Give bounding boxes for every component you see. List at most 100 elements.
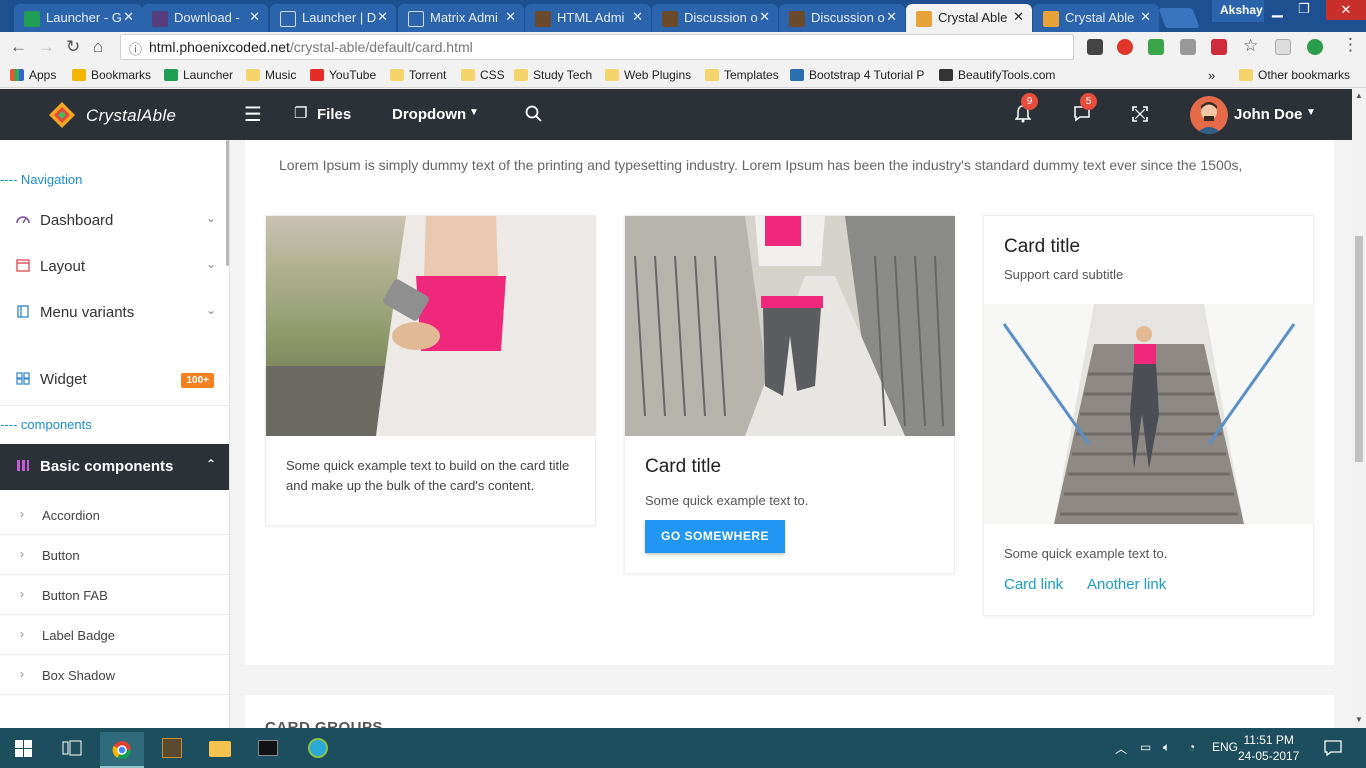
bookmark-item[interactable]: BeautifyTools.com	[939, 68, 1055, 82]
volume-icon[interactable]: 🔈︎	[1163, 740, 1170, 755]
close-window-icon[interactable]: ✕	[1326, 0, 1366, 20]
bookmark-item[interactable]: YouTube	[310, 68, 376, 82]
bookmark-item[interactable]: Web Plugins	[605, 68, 691, 82]
language-indicator[interactable]: ENG	[1212, 740, 1238, 754]
browser-tab[interactable]: HTML Admi ✕	[525, 4, 651, 32]
shield-ext-icon[interactable]	[1148, 39, 1164, 55]
ext-icon[interactable]	[1117, 39, 1133, 55]
tab-title: Discussion o	[684, 10, 758, 25]
bookmark-apps[interactable]: Apps	[10, 68, 56, 82]
scrollbar-thumb[interactable]	[1355, 236, 1363, 462]
close-icon[interactable]: ✕	[377, 9, 388, 25]
bookmark-item[interactable]: Launcher	[164, 68, 233, 82]
bookmark-item[interactable]: Templates	[705, 68, 779, 82]
bookmark-item[interactable]: Study Tech	[514, 68, 592, 82]
forward-icon[interactable]: →	[38, 37, 55, 57]
page-scrollbar[interactable]: ▲ ▼	[1352, 89, 1366, 728]
scroll-down-icon[interactable]: ▼	[1355, 715, 1363, 724]
crystal-able-icon	[1043, 11, 1059, 27]
sidebar-item-basic-components[interactable]: Basic components ⌃	[0, 444, 229, 490]
back-icon[interactable]: ←	[10, 37, 27, 57]
folder-icon	[246, 69, 260, 81]
sidebar-subitem-button-fab[interactable]: › Button FAB	[0, 575, 229, 615]
sidebar-item-layout[interactable]: Layout ⌄	[0, 244, 229, 290]
explorer-taskbar-app[interactable]	[198, 732, 242, 768]
close-icon[interactable]: ✕	[759, 9, 770, 25]
browser-tab-active[interactable]: Crystal Able ✕	[906, 4, 1032, 32]
card-text: Some quick example text to.	[645, 493, 809, 508]
bookmark-item[interactable]: Music	[246, 68, 296, 82]
sidebar-subitem-button[interactable]: › Button	[0, 535, 229, 575]
bookmark-item[interactable]: Torrent	[390, 68, 446, 82]
card-subtitle: Support card subtitle	[1004, 267, 1124, 282]
sidebar-item-menu-variants[interactable]: Menu variants ⌄	[0, 290, 229, 336]
sublime-taskbar-app[interactable]	[150, 732, 194, 768]
browser-tab[interactable]: Download - ✕	[142, 4, 268, 32]
sidebar-subitem-accordion[interactable]: › Accordion	[0, 495, 229, 535]
tray-expand-icon[interactable]: ︿	[1115, 740, 1127, 757]
browser-tab[interactable]: Discussion o ✕	[652, 4, 778, 32]
close-icon[interactable]: ✕	[1140, 9, 1151, 25]
task-view-icon[interactable]	[62, 740, 82, 756]
user-name[interactable]: John Doe	[1234, 106, 1302, 123]
reload-icon[interactable]: ↻	[66, 37, 80, 57]
restore-icon[interactable]: ❐	[1298, 1, 1310, 23]
dropdown-toggle[interactable]: Dropdown	[392, 106, 466, 123]
wifi-icon[interactable]: ◔	[1188, 740, 1195, 754]
chrome-taskbar-app[interactable]	[100, 732, 144, 768]
profile-name[interactable]: Akshay	[1212, 0, 1264, 22]
menu-kebab-icon[interactable]: ⋮	[1342, 35, 1359, 55]
sidebar-subitem-box-shadow[interactable]: › Box Shadow	[0, 655, 229, 695]
widget-icon	[16, 372, 30, 385]
browser-tab[interactable]: Crystal Able ✕	[1033, 4, 1159, 32]
ext-icon[interactable]	[1211, 39, 1227, 55]
browser-tab[interactable]: Launcher - G ✕	[14, 4, 142, 32]
ext-icon[interactable]	[1275, 39, 1291, 55]
other-bookmarks[interactable]: Other bookmarks	[1239, 68, 1350, 82]
go-somewhere-button[interactable]: GO SOMEWHERE	[645, 520, 785, 553]
battery-icon[interactable]: ▭	[1140, 740, 1151, 754]
browser-tab-bar: Launcher - G ✕ Download - ✕ Launcher | D…	[0, 0, 1366, 32]
network-taskbar-app[interactable]	[296, 732, 340, 768]
chevron-down-icon: ⌄	[205, 257, 216, 271]
bookmarks-overflow[interactable]: »	[1208, 68, 1215, 83]
sidebar-item-dashboard[interactable]: Dashboard ⌄	[0, 198, 229, 244]
new-tab-button[interactable]	[1158, 8, 1200, 28]
bootstrap-ext-icon[interactable]	[1087, 39, 1103, 55]
minimize-icon[interactable]: ▁	[1272, 1, 1283, 23]
address-bar[interactable]: ⓘ html.phoenixcoded.net/crystal-able/def…	[120, 34, 1074, 60]
close-icon[interactable]: ✕	[505, 9, 516, 25]
close-icon[interactable]: ✕	[632, 9, 643, 25]
files-icon: ❐	[294, 105, 308, 122]
sidebar-subitem-label-badge[interactable]: › Label Badge	[0, 615, 229, 655]
chevron-right-icon: ›	[20, 667, 24, 681]
close-icon[interactable]: ✕	[1013, 9, 1024, 25]
bookmark-item[interactable]: CSS	[461, 68, 505, 82]
card-link[interactable]: Card link	[1004, 576, 1063, 593]
star-icon[interactable]: ☆	[1243, 36, 1258, 56]
clock[interactable]: 11:51 PM 24-05-2017	[1238, 732, 1299, 764]
terminal-taskbar-app[interactable]	[246, 732, 290, 768]
bookmarks-bar: Apps Bookmarks Launcher Music YouTube To…	[0, 62, 1366, 88]
notifications-icon[interactable]	[1324, 740, 1342, 756]
hamburger-icon[interactable]: ☰	[244, 102, 262, 127]
close-icon[interactable]: ✕	[123, 9, 134, 25]
search-icon[interactable]	[525, 105, 542, 122]
scroll-up-icon[interactable]: ▲	[1355, 91, 1363, 100]
bookmark-item[interactable]: Bootstrap 4 Tutorial P	[790, 68, 926, 82]
browser-tab[interactable]: Discussion o ✕	[779, 4, 905, 32]
close-icon[interactable]: ✕	[886, 9, 897, 25]
files-link[interactable]: Files	[317, 106, 351, 123]
home-icon[interactable]: ⌂	[93, 37, 103, 57]
another-link[interactable]: Another link	[1087, 576, 1166, 593]
sidebar-item-widget[interactable]: Widget 100+	[0, 357, 229, 403]
browser-tab[interactable]: Matrix Admi ✕	[398, 4, 524, 32]
browser-tab[interactable]: Launcher | D ✕	[270, 4, 396, 32]
ext-icon[interactable]	[1307, 39, 1323, 55]
windows-start-icon[interactable]	[15, 740, 32, 757]
close-icon[interactable]: ✕	[249, 9, 260, 25]
fullscreen-icon[interactable]	[1132, 106, 1148, 122]
ext-icon[interactable]	[1180, 39, 1196, 55]
avatar[interactable]	[1190, 96, 1228, 134]
bookmark-item[interactable]: Bookmarks	[72, 68, 151, 82]
